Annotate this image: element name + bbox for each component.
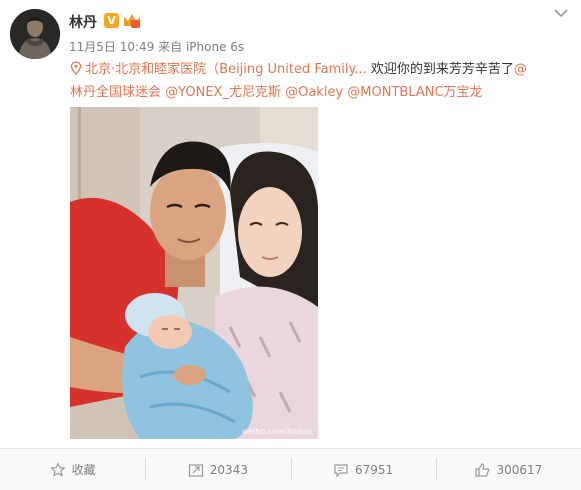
- like-button[interactable]: 300617: [435, 449, 581, 490]
- post-text-line1: 欢迎你的到来芳芳辛苦了: [366, 62, 514, 77]
- post-action-bar: 收藏 20343 67951 300617: [0, 448, 581, 490]
- location-link[interactable]: 北京·北京和睦家医院（Beijing United Family...: [70, 61, 367, 77]
- mention-fan-club[interactable]: 林丹全国球迷会: [70, 85, 161, 100]
- mention-yonex[interactable]: @YONEX_尤尼克斯: [165, 85, 281, 100]
- repost-count: 20343: [209, 462, 248, 477]
- comment-count: 67951: [355, 462, 394, 477]
- mention-montblanc[interactable]: @MONTBLANC万宝龙: [347, 85, 482, 100]
- repost-button[interactable]: 20343: [145, 449, 290, 490]
- favorite-label: 收藏: [71, 463, 96, 477]
- post-photo[interactable]: weibo.com/lindan: [70, 107, 318, 439]
- username[interactable]: 林丹: [69, 12, 97, 32]
- photo-watermark: weibo.com/lindan: [241, 427, 312, 436]
- comment-icon: [334, 463, 348, 477]
- post-meta: 11月5日 10:49 来自 iPhone 6s: [69, 38, 244, 55]
- member-crown-icon: [124, 14, 140, 28]
- weibo-post-card: 林丹 V 11月5日 10:49 来自 iPhone 6s 北京·北京和睦家医院…: [0, 0, 581, 490]
- mention-inline[interactable]: @: [514, 62, 527, 77]
- avatar[interactable]: [10, 9, 60, 59]
- post-text: 北京·北京和睦家医院（Beijing United Family... 欢迎你的…: [70, 58, 570, 104]
- location-text: 北京·北京和睦家医院（Beijing United Family...: [85, 62, 367, 77]
- mention-oakley[interactable]: @Oakley: [285, 85, 343, 100]
- repost-icon: [188, 463, 203, 477]
- location-pin-icon: [70, 61, 82, 75]
- post-source: 来自 iPhone 6s: [158, 40, 245, 54]
- thumbs-up-icon: [475, 462, 490, 477]
- chevron-down-icon[interactable]: [553, 7, 569, 19]
- like-count: 300617: [496, 462, 543, 477]
- post-timestamp[interactable]: 11月5日 10:49: [69, 40, 154, 54]
- verified-badge: V: [104, 13, 119, 28]
- favorite-button[interactable]: 收藏: [0, 449, 145, 490]
- comment-button[interactable]: 67951: [290, 449, 436, 490]
- star-icon: [49, 461, 66, 477]
